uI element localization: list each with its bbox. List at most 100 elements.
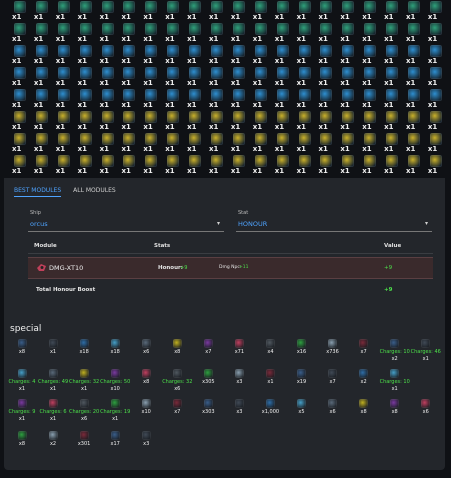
inventory-item[interactable]: x1 (119, 88, 140, 110)
inventory-item[interactable]: x1 (119, 22, 140, 44)
inventory-item[interactable]: x1 (207, 44, 228, 66)
inventory-item[interactable]: x1 (273, 44, 294, 66)
inventory-item[interactable]: x1 (382, 22, 403, 44)
inventory-item[interactable]: x1 (141, 66, 162, 88)
inventory-item[interactable]: x1 (76, 110, 97, 132)
inventory-item[interactable]: x1 (76, 154, 97, 176)
inventory-item[interactable]: x1 (251, 110, 272, 132)
inventory-item[interactable]: x1 (207, 66, 228, 88)
inventory-item[interactable]: x1 (98, 88, 119, 110)
inventory-item[interactable]: x1 (338, 132, 359, 154)
inventory-item[interactable]: x1 (382, 0, 403, 22)
inventory-item[interactable]: x1 (426, 110, 445, 132)
inventory-item[interactable]: x1 (426, 44, 445, 66)
inventory-item[interactable]: x1 (163, 132, 184, 154)
inventory-item[interactable]: x1 (185, 110, 206, 132)
inventory-item[interactable]: x1 (163, 88, 184, 110)
inventory-item[interactable]: x1 (163, 66, 184, 88)
inventory-item[interactable]: x1 (273, 88, 294, 110)
inventory-item[interactable]: x1 (229, 88, 250, 110)
inventory-item[interactable]: x1 (295, 88, 316, 110)
inventory-item[interactable]: x1 (426, 0, 445, 22)
inventory-item[interactable]: x1 (316, 44, 337, 66)
inventory-item[interactable]: x1 (251, 22, 272, 44)
inventory-item[interactable]: x1 (229, 66, 250, 88)
inventory-item[interactable]: x1 (426, 66, 445, 88)
inventory-item[interactable]: x1 (404, 88, 425, 110)
inventory-item[interactable]: x1 (338, 110, 359, 132)
inventory-item[interactable]: x1 (360, 44, 381, 66)
inventory-item[interactable]: x1 (316, 22, 337, 44)
inventory-item[interactable]: x1 (251, 154, 272, 176)
inventory-item[interactable]: x1 (273, 0, 294, 22)
inventory-item[interactable]: x1 (207, 0, 228, 22)
inventory-item[interactable]: x1 (426, 22, 445, 44)
inventory-item[interactable]: x1 (119, 154, 140, 176)
inventory-item[interactable]: x1 (360, 88, 381, 110)
inventory-item[interactable]: x1 (360, 110, 381, 132)
inventory-item[interactable]: x1 (273, 154, 294, 176)
inventory-item[interactable]: x1 (338, 0, 359, 22)
inventory-item[interactable]: x1 (404, 132, 425, 154)
inventory-item[interactable]: x1 (404, 110, 425, 132)
inventory-item[interactable]: x1 (382, 44, 403, 66)
inventory-item[interactable]: x1 (251, 88, 272, 110)
inventory-item[interactable]: x1 (10, 132, 31, 154)
inventory-item[interactable]: x1 (119, 44, 140, 66)
inventory-item[interactable]: x1 (404, 154, 425, 176)
inventory-item[interactable]: x1 (295, 66, 316, 88)
inventory-item[interactable]: x1 (404, 44, 425, 66)
special-item[interactable]: Charges: 10 x1 (375, 368, 415, 392)
inventory-item[interactable]: x1 (316, 88, 337, 110)
table-row[interactable]: DMG-XT10 Honour: +9 Dmg Npc: +11 +9 (28, 257, 433, 279)
special-item[interactable]: x3 (126, 430, 166, 447)
inventory-item[interactable]: x1 (10, 66, 31, 88)
inventory-item[interactable]: x1 (426, 154, 445, 176)
inventory-item[interactable]: x1 (207, 110, 228, 132)
inventory-item[interactable]: x1 (10, 154, 31, 176)
inventory-item[interactable]: x1 (338, 22, 359, 44)
inventory-item[interactable]: x1 (76, 0, 97, 22)
inventory-item[interactable]: x1 (10, 110, 31, 132)
inventory-item[interactable]: x1 (32, 44, 53, 66)
inventory-item[interactable]: x1 (404, 22, 425, 44)
inventory-item[interactable]: x1 (185, 88, 206, 110)
inventory-item[interactable]: x1 (207, 22, 228, 44)
inventory-item[interactable]: x1 (32, 110, 53, 132)
inventory-item[interactable]: x1 (316, 66, 337, 88)
inventory-item[interactable]: x1 (426, 88, 445, 110)
inventory-item[interactable]: x1 (32, 132, 53, 154)
inventory-item[interactable]: x1 (54, 154, 75, 176)
inventory-item[interactable]: x1 (141, 132, 162, 154)
inventory-item[interactable]: x1 (32, 0, 53, 22)
inventory-item[interactable]: x1 (119, 0, 140, 22)
inventory-item[interactable]: x1 (295, 132, 316, 154)
inventory-item[interactable]: x1 (10, 0, 31, 22)
inventory-item[interactable]: x1 (382, 66, 403, 88)
inventory-item[interactable]: x1 (185, 22, 206, 44)
inventory-item[interactable]: x1 (360, 0, 381, 22)
inventory-item[interactable]: x1 (98, 154, 119, 176)
inventory-item[interactable]: x1 (360, 22, 381, 44)
inventory-item[interactable]: x1 (295, 0, 316, 22)
inventory-item[interactable]: x1 (295, 44, 316, 66)
inventory-item[interactable]: x1 (185, 0, 206, 22)
inventory-item[interactable]: x1 (360, 132, 381, 154)
inventory-item[interactable]: x1 (273, 22, 294, 44)
inventory-item[interactable]: x1 (382, 154, 403, 176)
inventory-item[interactable]: x1 (98, 132, 119, 154)
inventory-item[interactable]: x1 (316, 110, 337, 132)
inventory-item[interactable]: x1 (119, 132, 140, 154)
inventory-item[interactable]: x1 (229, 154, 250, 176)
inventory-item[interactable]: x1 (98, 0, 119, 22)
inventory-item[interactable]: x1 (338, 154, 359, 176)
inventory-item[interactable]: x1 (185, 66, 206, 88)
inventory-item[interactable]: x1 (76, 66, 97, 88)
inventory-item[interactable]: x1 (382, 88, 403, 110)
inventory-item[interactable]: x1 (207, 132, 228, 154)
inventory-item[interactable]: x1 (141, 22, 162, 44)
inventory-item[interactable]: x1 (141, 44, 162, 66)
inventory-item[interactable]: x1 (163, 154, 184, 176)
inventory-item[interactable]: x1 (54, 44, 75, 66)
inventory-item[interactable]: x1 (207, 154, 228, 176)
